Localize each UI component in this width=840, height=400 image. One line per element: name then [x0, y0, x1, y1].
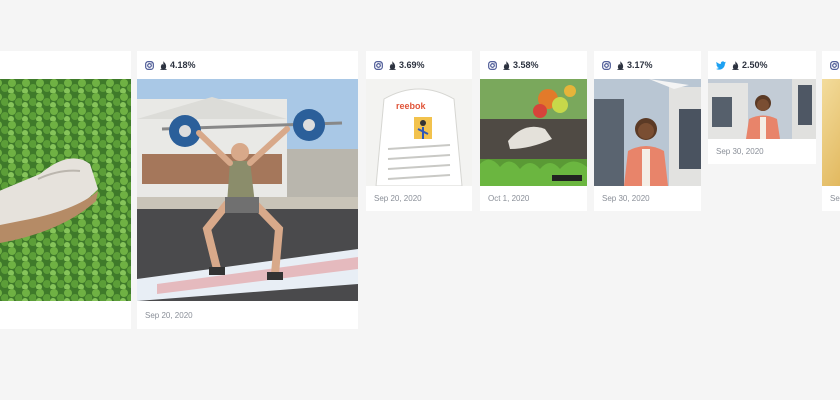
- post-card-header: 3.17%: [594, 51, 701, 79]
- post-image: [137, 79, 358, 301]
- post-date: Sep 20, 2020: [145, 311, 193, 320]
- instagram-icon: [830, 60, 839, 70]
- instagram-icon: [374, 60, 383, 70]
- instagram-icon: [488, 60, 497, 70]
- instagram-icon: [602, 60, 611, 70]
- post-card-header: 3.58%: [480, 51, 587, 79]
- twitter-icon: [716, 60, 726, 70]
- engagement-icon: [617, 60, 624, 70]
- post-date: Sep 30, 2020: [602, 194, 650, 203]
- engagement-rate: 3.17%: [627, 60, 653, 70]
- svg-text:reebok: reebok: [396, 101, 427, 111]
- engagement-rate: 4.18%: [170, 60, 196, 70]
- post-date: Se: [830, 194, 840, 203]
- engagement-icon: [503, 60, 510, 70]
- post-card-header: [822, 51, 840, 79]
- post-card-header: 2.50%: [708, 51, 816, 79]
- post-image: [594, 79, 701, 186]
- engagement-rate: 3.58%: [513, 60, 539, 70]
- post-image: [0, 79, 131, 301]
- post-card[interactable]: Se: [822, 51, 840, 211]
- post-card-header: 4.18%: [137, 51, 358, 79]
- post-card[interactable]: 3.17% Sep 30, 2020: [594, 51, 701, 211]
- post-image: [708, 79, 816, 139]
- post-date: Sep 30, 2020: [716, 147, 764, 156]
- post-date: Oct 1, 2020: [488, 194, 530, 203]
- post-card[interactable]: 2.50% Sep 30, 2020: [708, 51, 816, 164]
- post-date: Sep 20, 2020: [374, 194, 422, 203]
- engagement-icon: [389, 60, 396, 70]
- post-card[interactable]: 3.58% Oct 1, 2020: [480, 51, 587, 211]
- post-image: reebok: [366, 79, 472, 186]
- engagement-icon: [160, 60, 167, 70]
- post-image: [822, 79, 840, 186]
- engagement-rate: 2.50%: [742, 60, 768, 70]
- post-card[interactable]: 4.18% Sep 20, 2020: [137, 51, 358, 329]
- social-post-carousel: 4.18% Sep 20, 2020 3.69% reebok Sep 20, …: [0, 0, 840, 400]
- post-card[interactable]: 3.69% reebok Sep 20, 2020: [366, 51, 472, 211]
- post-card-header: 3.69%: [366, 51, 472, 79]
- instagram-icon: [145, 60, 154, 70]
- post-card[interactable]: [0, 51, 131, 329]
- post-image: [480, 79, 587, 186]
- engagement-rate: 3.69%: [399, 60, 425, 70]
- engagement-icon: [732, 60, 739, 70]
